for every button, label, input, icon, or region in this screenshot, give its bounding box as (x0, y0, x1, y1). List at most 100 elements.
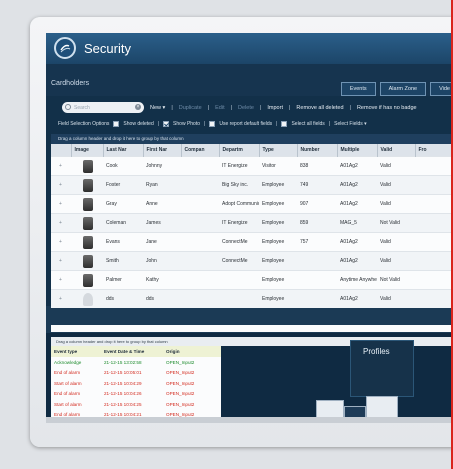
event-row[interactable]: Start of alarm 21-12-15 10:04:29 OPEN_Inpu… (51, 378, 221, 389)
table-footer (51, 325, 453, 332)
table-row[interactable]: + Smith John ConnectMe Employee A01Ag2 Valid (51, 251, 453, 271)
show-deleted-checkbox[interactable] (113, 121, 120, 127)
table-row[interactable]: + Coleman James IT Energize Employee 859 MAG_5… (51, 213, 453, 233)
event-row[interactable]: End of alarm 21-12-15 10:04:21 OPEN_Input2 (51, 409, 221, 417)
event-cell-time: 21-12-15 10:04:25 (101, 399, 163, 410)
column-header-last-name[interactable]: Last Nar (103, 144, 144, 157)
select-fields-dropdown[interactable]: Select Fields ▾ (334, 121, 367, 127)
toolbar-divider: | (288, 104, 291, 111)
table-row[interactable]: + Foster Ryan Big Sky inc. Employee 749 A01Ag2… (51, 175, 453, 195)
cell-type: Employee (259, 289, 297, 308)
table-row[interactable]: + Cook Johnny IT Energize Visitor 838 A01Ag2 Va… (51, 156, 453, 176)
title-bar: Security (46, 33, 453, 64)
cell-type: Visitor (259, 156, 297, 176)
cell-number: 907 (297, 194, 337, 214)
duplicate-button[interactable]: Duplicate (179, 105, 202, 111)
use-report-default-label: Use report default fields (219, 121, 273, 127)
cell-department (219, 289, 259, 308)
cell-from (415, 156, 453, 176)
column-header-image[interactable]: Image (71, 144, 104, 157)
column-header-from[interactable]: Fro (415, 144, 453, 157)
column-header-valid[interactable]: Valid (377, 144, 416, 157)
column-header-type[interactable]: Type (259, 144, 298, 157)
nav-events-button[interactable]: Events (340, 82, 376, 96)
app-title: Security (84, 41, 131, 56)
cell-first-name: Anne (143, 194, 181, 214)
use-report-default-checkbox[interactable] (209, 121, 216, 127)
field-selection-options: Field Selection Options Show deleted | S… (58, 121, 367, 127)
cell-first-name: dds (143, 289, 181, 308)
cardholder-photo (83, 235, 93, 249)
cell-company (181, 289, 219, 308)
options-label: Field Selection Options (58, 121, 110, 127)
cell-photo (71, 194, 103, 214)
event-row[interactable]: Start of alarm 21-12-15 10:04:25 OPEN_Inpu… (51, 399, 221, 410)
cell-multiple: Anytime Anywher (337, 270, 377, 290)
cardholders-toolbar: Search × New ▾ | Duplicate | Edit | Dele… (62, 102, 417, 113)
event-cell-type: End of alarm (51, 367, 101, 378)
table-row[interactable]: + Gray Anne Adopt Communic Employee 907 A01Ag2… (51, 194, 453, 214)
event-row[interactable]: Acknowledge 21-12-15 13:02:58 OPEN_Input2 (51, 357, 221, 368)
events-table: Event type Event Date & Time Origin Ackn… (51, 346, 221, 417)
cell-photo (71, 156, 103, 176)
cell-last-name: Foster (103, 175, 143, 195)
app-logo-icon (54, 37, 76, 59)
toolbar-divider: | (349, 104, 351, 111)
edit-button[interactable]: Edit (215, 105, 224, 111)
import-button[interactable]: Import (267, 105, 283, 111)
search-placeholder: Search (74, 104, 90, 111)
event-cell-type: Start of alarm (51, 378, 101, 389)
cell-department: IT Energize (219, 213, 259, 233)
column-header-origin[interactable]: Origin (163, 346, 221, 357)
remove-all-deleted-button[interactable]: Remove all deleted (296, 105, 343, 111)
column-header-event-date-time[interactable]: Event Date & Time (101, 346, 163, 357)
cell-company (181, 213, 219, 233)
show-photo-label: Show Photo (173, 121, 201, 127)
column-header-multiple[interactable]: Multiple (337, 144, 378, 157)
cell-valid: Not Valid (377, 270, 415, 290)
event-row[interactable]: End of alarm 21-12-15 10:04:26 OPEN_Input2 (51, 388, 221, 399)
cardholder-photo (83, 273, 93, 287)
expand-row-icon[interactable]: + (51, 194, 71, 214)
expand-row-icon[interactable]: + (51, 251, 71, 271)
expand-row-icon[interactable]: + (51, 156, 71, 176)
new-button[interactable]: New ▾ (150, 105, 165, 111)
toolbar-divider: | (207, 104, 210, 111)
column-header-department[interactable]: Departm (219, 144, 260, 157)
nav-alarm-zone-button[interactable]: Alarm Zone (379, 82, 427, 96)
remove-no-badge-button[interactable]: Remove if has no badge (357, 105, 417, 111)
cell-multiple: A01Ag2 (337, 175, 377, 195)
nav-bar: Events Alarm Zone Vide (46, 64, 453, 96)
cell-valid: Valid (377, 175, 415, 195)
clear-icon[interactable]: × (135, 104, 141, 110)
search-input[interactable]: Search × (62, 102, 144, 113)
expand-row-icon[interactable]: + (51, 175, 71, 195)
nav-video-button[interactable]: Vide (430, 82, 453, 96)
expand-row-icon[interactable]: + (51, 213, 71, 233)
select-all-checkbox[interactable] (281, 121, 288, 127)
column-header-event-type[interactable]: Event type (51, 346, 101, 357)
cell-department: IT Energize (219, 156, 259, 176)
cell-type: Employee (259, 175, 297, 195)
profiles-label: Profiles (363, 347, 390, 356)
column-header-number[interactable]: Number (297, 144, 338, 157)
profiles-widget[interactable]: Profiles (350, 340, 414, 397)
table-row[interactable]: + dds dds Employee A01Ag2 Valid (51, 289, 453, 308)
expand-row-icon[interactable]: + (51, 232, 71, 252)
cell-multiple: A01Ag2 (337, 232, 377, 252)
event-cell-origin: OPEN_Input2 (163, 388, 221, 399)
table-row[interactable]: + Evans Jane ConnectMe Employee 757 A01Ag2 Vali… (51, 232, 453, 252)
column-header-first-name[interactable]: First Nar (143, 144, 182, 157)
expand-row-icon[interactable]: + (51, 289, 71, 308)
event-row[interactable]: End of alarm 21-12-15 10:05:01 OPEN_Input2 (51, 367, 221, 378)
options-divider: | (328, 121, 331, 127)
table-row[interactable]: + Palmer Kathy Employee Anytime Anywher Not V… (51, 270, 453, 290)
expand-row-icon[interactable]: + (51, 270, 71, 290)
column-header-company[interactable]: Compan (181, 144, 220, 157)
cell-last-name: Coleman (103, 213, 143, 233)
show-photo-checkbox[interactable] (163, 121, 170, 127)
delete-button[interactable]: Delete (238, 105, 254, 111)
avatar-placeholder-icon (83, 292, 93, 306)
event-cell-type: End of alarm (51, 409, 101, 417)
group-by-hint[interactable]: Drag a column header and drop it here to… (51, 134, 453, 144)
